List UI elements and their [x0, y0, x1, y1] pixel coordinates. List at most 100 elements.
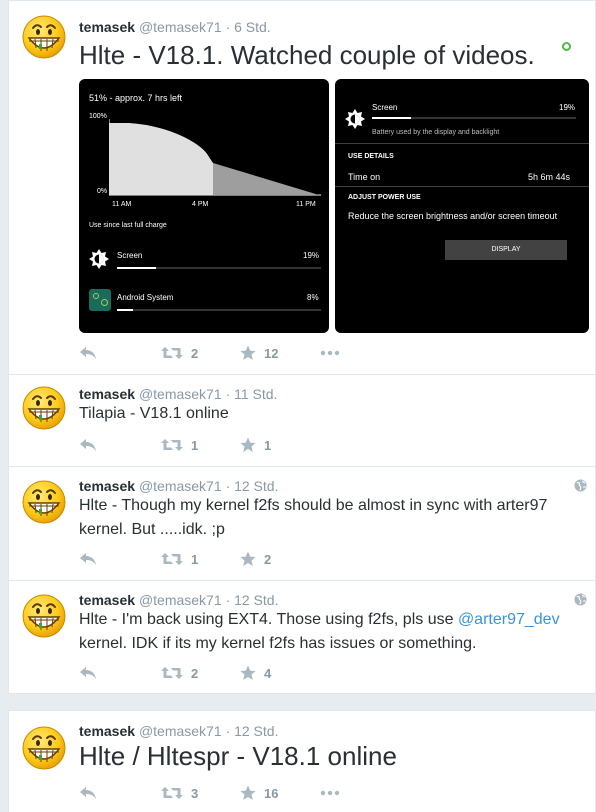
- detail-title: Screen: [372, 103, 398, 112]
- tweet-4[interactable]: temasek @temasek71 · 12 Std. Hlte - I'm …: [9, 581, 596, 695]
- star-icon: [240, 437, 256, 453]
- tweet-text: Hlte - I'm back using EXT4. Those using …: [79, 608, 584, 656]
- battery-status: 51% - approx. 7 hrs left: [89, 93, 183, 103]
- reply-button[interactable]: [79, 549, 97, 569]
- user-name[interactable]: temasek: [79, 19, 135, 35]
- reply-icon: [79, 346, 97, 360]
- retweet-icon: [161, 346, 183, 360]
- like-button[interactable]: 2: [240, 549, 271, 569]
- timestamp[interactable]: 12 Std.: [234, 592, 278, 608]
- brightness-icon: [89, 249, 109, 269]
- tweet-1[interactable]: temasek @temasek71 · 6 Std. Hlte - V18.1…: [9, 1, 596, 375]
- separator-dot: ·: [225, 723, 231, 739]
- more-button[interactable]: [320, 783, 340, 803]
- tweet-actions: 1 2: [79, 549, 379, 569]
- graph-y-min: 0%: [97, 188, 108, 195]
- use-details-header: USE DETAILS: [348, 153, 394, 160]
- tweet-actions: 3 16: [79, 783, 379, 803]
- usage-bar-fill: [117, 267, 156, 269]
- tweet-header: temasek @temasek71 · 6 Std.: [79, 19, 271, 35]
- like-count: 12: [264, 345, 279, 361]
- user-name[interactable]: temasek: [79, 386, 135, 402]
- like-count: 1: [264, 437, 272, 453]
- graph-x-tick: 4 PM: [192, 201, 209, 208]
- reply-icon: [79, 552, 97, 566]
- reply-button[interactable]: [79, 663, 97, 683]
- tweet-3[interactable]: temasek @temasek71 · 12 Std. Hlte - Thou…: [9, 467, 596, 581]
- reply-button[interactable]: [79, 783, 97, 803]
- screen-detail-screenshot[interactable]: Screen 19% Battery used by the display a…: [335, 79, 589, 333]
- reply-icon: [79, 666, 97, 680]
- avatar[interactable]: [21, 725, 67, 771]
- retweet-count: 1: [191, 437, 199, 453]
- retweet-button[interactable]: 1: [161, 435, 198, 455]
- usage-bar: [117, 309, 321, 311]
- tweet-header: temasek @temasek71 · 12 Std.: [79, 478, 278, 494]
- usage-percent: 19%: [303, 251, 320, 260]
- tweet-text-part: Hlte - I'm back using EXT4. Those using …: [79, 611, 454, 628]
- retweet-icon: [161, 786, 183, 800]
- time-on-value: 5h 6m 44s: [528, 172, 571, 182]
- user-handle[interactable]: @temasek71: [139, 592, 222, 608]
- display-button[interactable]: DISPLAY: [445, 240, 567, 260]
- battery-screenshot[interactable]: 51% - approx. 7 hrs left 100% 0% 11 AM 4…: [79, 79, 329, 333]
- battery-graph: [109, 119, 321, 196]
- timestamp[interactable]: 12 Std.: [234, 723, 278, 739]
- like-button[interactable]: 4: [240, 663, 271, 683]
- more-button[interactable]: [320, 343, 340, 363]
- user-handle[interactable]: @temasek71: [139, 478, 222, 494]
- separator-dot: ·: [225, 592, 231, 608]
- avatar[interactable]: [21, 385, 67, 431]
- retweet-icon: [161, 438, 183, 452]
- retweet-button[interactable]: 3: [161, 783, 198, 803]
- like-button[interactable]: 1: [240, 435, 271, 455]
- adjust-power-header: ADJUST POWER USE: [348, 194, 421, 201]
- tweet-header: temasek @temasek71 · 12 Std.: [79, 723, 278, 739]
- tweet-2[interactable]: temasek @temasek71 · 11 Std. Tilapia - V…: [9, 375, 596, 467]
- star-icon: [240, 551, 256, 567]
- star-icon: [240, 785, 256, 801]
- adjust-text: Reduce the screen brightness and/or scre…: [348, 211, 558, 221]
- retweet-count: 2: [191, 665, 199, 681]
- detail-bar: [372, 117, 576, 119]
- tweet-text: Tilapia - V18.1 online: [79, 405, 229, 422]
- tweet-header: temasek @temasek71 · 12 Std.: [79, 592, 278, 608]
- user-name[interactable]: temasek: [79, 592, 135, 608]
- user-handle[interactable]: @temasek71: [139, 19, 222, 35]
- timestamp[interactable]: 11 Std.: [234, 386, 277, 402]
- tweet-media[interactable]: 51% - approx. 7 hrs left 100% 0% 11 AM 4…: [79, 79, 589, 333]
- retweet-button[interactable]: 2: [161, 663, 198, 683]
- tweet-header: temasek @temasek71 · 11 Std.: [79, 386, 277, 402]
- timestamp[interactable]: 6 Std.: [234, 19, 271, 35]
- user-handle[interactable]: @temasek71: [139, 723, 222, 739]
- tweet-text: Hlte / Hltespr - V18.1 online: [79, 741, 397, 771]
- timestamp[interactable]: 12 Std.: [234, 478, 278, 494]
- usage-label: Screen: [117, 251, 143, 260]
- avatar[interactable]: [21, 14, 67, 60]
- user-name[interactable]: temasek: [79, 723, 135, 739]
- like-button[interactable]: 16: [240, 783, 278, 803]
- retweet-button[interactable]: 1: [161, 549, 198, 569]
- star-icon: [240, 345, 256, 361]
- retweet-count: 1: [191, 551, 199, 567]
- avatar[interactable]: [21, 593, 67, 639]
- reply-button[interactable]: [79, 343, 97, 363]
- retweet-button[interactable]: 2: [161, 343, 198, 363]
- tweet-5[interactable]: temasek @temasek71 · 12 Std. Hlte / Hlte…: [9, 711, 596, 812]
- avatar[interactable]: [21, 479, 67, 525]
- more-dots-icon: [320, 790, 340, 796]
- user-name[interactable]: temasek: [79, 478, 135, 494]
- mention-link[interactable]: @arter97_dev: [458, 611, 560, 628]
- separator-dot: ·: [225, 478, 231, 494]
- usage-percent: 8%: [307, 293, 319, 302]
- like-count: 16: [264, 785, 279, 801]
- usage-bar-fill: [117, 309, 134, 311]
- tweet-text: Hlte - V18.1. Watched couple of videos.: [79, 40, 535, 70]
- reply-icon: [79, 786, 97, 800]
- detail-subtitle: Battery used by the display and backligh…: [372, 129, 500, 136]
- reply-button[interactable]: [79, 435, 97, 455]
- like-button[interactable]: 12: [240, 343, 278, 363]
- star-icon: [240, 665, 256, 681]
- like-count: 2: [264, 551, 272, 567]
- user-handle[interactable]: @temasek71: [139, 386, 222, 402]
